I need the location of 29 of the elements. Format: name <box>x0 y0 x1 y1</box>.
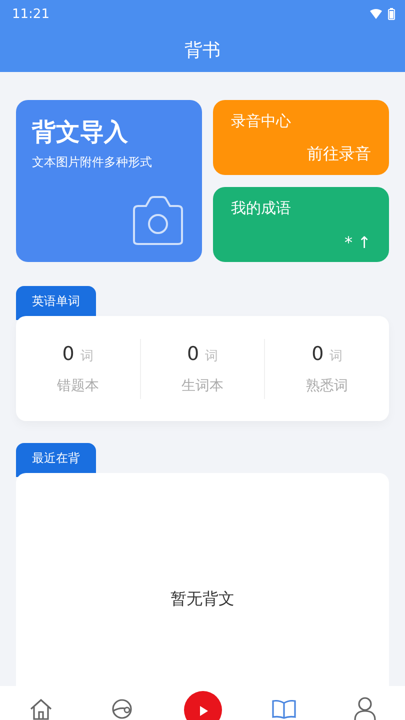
profile-icon[interactable] <box>352 696 376 720</box>
wifi-icon <box>370 9 382 19</box>
word-count: 0 <box>62 342 74 364</box>
stat-label[interactable]: 熟悉词 <box>306 376 348 394</box>
idiom-title: 我的成语 <box>231 199 291 218</box>
count-unit: 词 <box>205 348 218 364</box>
record-card[interactable]: 录音中心 前往录音 <box>213 100 389 175</box>
count-unit: 词 <box>80 348 94 364</box>
home-icon[interactable] <box>28 698 52 720</box>
empty-text: 暂无背文 <box>170 589 234 610</box>
stat-label[interactable]: 错题本 <box>56 376 99 394</box>
record-action: 前往录音 <box>307 144 371 165</box>
idiom-card[interactable]: 我的成语 * ↑ <box>213 187 389 262</box>
word-count: 0 <box>186 342 200 364</box>
battery-icon <box>388 8 395 20</box>
import-title: 背文导入 <box>32 117 129 148</box>
word-count: 0 <box>312 342 324 364</box>
camera-icon <box>130 196 186 246</box>
status-time: 11:21 <box>12 6 50 22</box>
import-subtitle: 文本图片附件多种形式 <box>32 154 153 171</box>
stat-label[interactable]: 生词本 <box>182 376 224 394</box>
play-button-icon[interactable] <box>182 690 222 720</box>
record-title: 录音中心 <box>231 112 291 131</box>
idiom-action: * ↑ <box>344 233 371 252</box>
book-icon[interactable] <box>270 698 296 720</box>
planet-icon[interactable] <box>110 698 134 720</box>
import-card[interactable]: 背文导入 文本图片附件多种形式 <box>16 100 202 262</box>
page-title: 背书 <box>184 39 220 62</box>
count-unit: 词 <box>330 348 343 364</box>
